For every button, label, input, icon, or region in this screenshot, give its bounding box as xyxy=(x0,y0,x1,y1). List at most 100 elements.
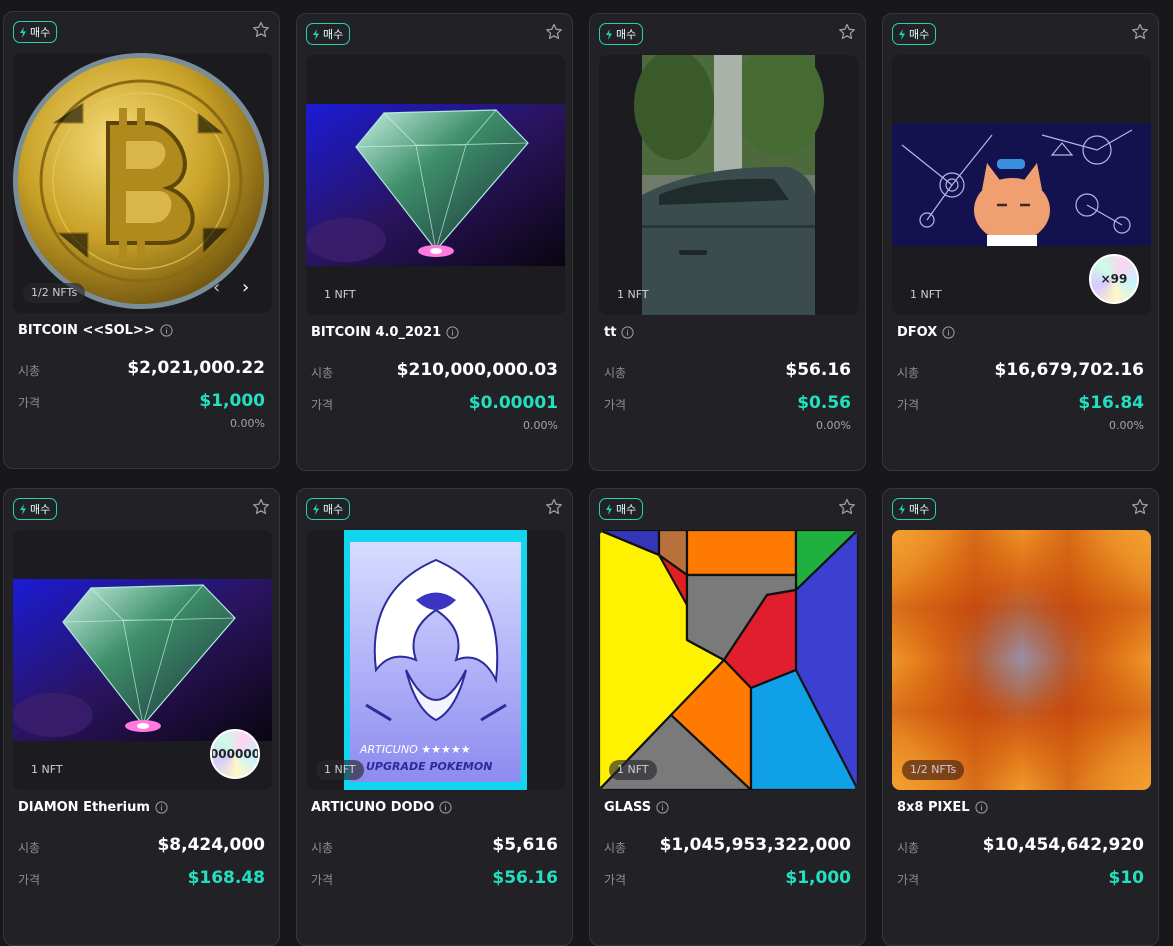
nft-image[interactable]: 1 NFT xyxy=(306,55,565,315)
tangram-glass-image xyxy=(599,530,858,790)
nft-card[interactable]: 매수 1/2 NFTs ‹ › BITCOIN <<SOL>> 시총 $2,02… xyxy=(3,11,280,469)
price-label: 가격 xyxy=(604,873,627,887)
nft-image[interactable]: 1 NFT xyxy=(599,55,858,315)
nft-image[interactable]: ARTICUNO ★★★★★ UPGRADE POKEMON 1 NFT xyxy=(306,530,565,790)
market-cap-value: $2,021,000.22 xyxy=(127,358,265,378)
lightning-icon xyxy=(899,28,905,40)
buy-button[interactable]: 매수 xyxy=(13,21,58,43)
price-label: 가격 xyxy=(604,398,627,412)
nft-card[interactable]: 매수 1/2 NFTs 8x8 PIXEL 시총 $10,454,642,920… xyxy=(882,488,1159,946)
info-icon[interactable] xyxy=(621,326,635,339)
card-art-title: ARTICUNO ★★★★★ xyxy=(359,743,471,756)
market-cap-value: $8,424,000 xyxy=(157,835,265,855)
buy-label: 매수 xyxy=(30,503,51,516)
nft-image[interactable]: 1 NFT ×99 xyxy=(892,55,1151,315)
nft-name[interactable]: 8x8 PIXEL xyxy=(897,800,988,815)
info-icon[interactable] xyxy=(656,801,669,814)
buy-button[interactable]: 매수 xyxy=(306,23,351,45)
info-icon[interactable] xyxy=(446,326,459,339)
buy-label: 매수 xyxy=(616,28,637,41)
price-value: $10 xyxy=(1108,868,1145,888)
nft-name[interactable]: DFOX xyxy=(897,325,955,340)
nft-name[interactable]: ARTICUNO DODO xyxy=(311,800,453,815)
star-icon[interactable] xyxy=(838,23,856,41)
star-icon[interactable] xyxy=(545,23,563,41)
nft-card[interactable]: 매수 1 NFT GLASS 시총 $1,045,953,322,000 가격 … xyxy=(589,488,866,946)
star-icon[interactable] xyxy=(252,498,270,516)
nft-image[interactable]: 1/2 NFTs ‹ › xyxy=(13,53,272,313)
nft-name-text: 8x8 PIXEL xyxy=(897,800,970,815)
info-icon[interactable] xyxy=(439,801,453,814)
star-icon[interactable] xyxy=(1131,23,1149,41)
nft-name-text: GLASS xyxy=(604,800,652,815)
nft-name[interactable]: BITCOIN 4.0_2021 xyxy=(311,325,459,340)
nft-card[interactable]: 매수 1 NFT tt 시총 $56.16 가격 $0.56 0.00% xyxy=(589,13,866,471)
pokemon-card-image: ARTICUNO ★★★★★ UPGRADE POKEMON xyxy=(306,530,565,790)
market-cap-label: 시총 xyxy=(311,366,334,380)
nft-name-text: DFOX xyxy=(897,325,938,340)
nft-count-label: 1/2 NFTs xyxy=(902,760,965,780)
price-change: 0.00% xyxy=(1109,419,1144,432)
nft-name[interactable]: BITCOIN <<SOL>> xyxy=(18,323,173,338)
buy-button[interactable]: 매수 xyxy=(892,498,937,520)
lightning-icon xyxy=(20,503,26,515)
info-icon[interactable] xyxy=(974,801,988,814)
market-cap-value: $56.16 xyxy=(785,360,851,380)
info-icon[interactable] xyxy=(942,326,955,339)
market-cap-value: $210,000,000.03 xyxy=(396,360,558,380)
chevron-right-icon[interactable]: › xyxy=(242,277,249,298)
nft-image[interactable]: 1 NFT 000000 xyxy=(13,530,272,790)
buy-button[interactable]: 매수 xyxy=(599,498,644,520)
price-change: 0.00% xyxy=(230,417,265,430)
market-cap-label: 시총 xyxy=(897,841,920,855)
chevron-left-icon[interactable]: ‹ xyxy=(213,277,220,298)
price-value: $0.56 xyxy=(797,393,851,413)
buy-button[interactable]: 매수 xyxy=(306,498,351,520)
star-icon[interactable] xyxy=(1131,498,1149,516)
info-icon[interactable] xyxy=(160,324,173,337)
bitcoin-coin-image xyxy=(13,53,272,313)
price-change: 0.00% xyxy=(816,419,851,432)
nft-count-label: 1 NFT xyxy=(324,288,356,301)
nft-count-label: 1 NFT xyxy=(910,288,942,301)
price-label: 가격 xyxy=(311,398,334,412)
lightning-icon xyxy=(313,28,319,40)
nft-image[interactable]: 1 NFT xyxy=(599,530,858,790)
nft-image[interactable]: 1/2 NFTs xyxy=(892,530,1151,790)
price-label: 가격 xyxy=(897,398,920,412)
lightning-icon xyxy=(20,26,26,38)
nft-count-label: 1 NFT xyxy=(617,288,649,301)
nft-name[interactable]: DIAMON Etherium xyxy=(18,800,168,815)
price-label: 가격 xyxy=(897,873,920,887)
buy-label: 매수 xyxy=(909,28,930,41)
buy-button[interactable]: 매수 xyxy=(13,498,58,520)
nft-card[interactable]: 매수 ARTICUNO ★★★★★ UPGRADE POKEMON 1 NFT … xyxy=(296,488,573,946)
star-icon[interactable] xyxy=(252,21,270,39)
info-icon[interactable] xyxy=(155,801,168,814)
star-icon[interactable] xyxy=(838,498,856,516)
lightning-icon xyxy=(899,503,905,515)
nft-card[interactable]: 매수 1 NFT 000000 DIAMON Etherium 시총 $8,42… xyxy=(3,488,280,946)
buy-button[interactable]: 매수 xyxy=(892,23,937,45)
market-cap-label: 시총 xyxy=(604,841,627,855)
market-cap-value: $16,679,702.16 xyxy=(994,360,1145,380)
market-cap-value: $1,045,953,322,000 xyxy=(659,835,851,855)
edition-badge: ×99 xyxy=(1089,254,1139,304)
nft-card[interactable]: 매수 1 NFT BITCOIN 4.0_2021 시총 $210,000,00… xyxy=(296,13,573,471)
price-value: $1,000 xyxy=(199,391,265,411)
nft-name[interactable]: tt xyxy=(604,325,635,340)
nft-count-label: 1 NFT xyxy=(316,760,364,780)
buy-button[interactable]: 매수 xyxy=(599,23,644,45)
nft-card[interactable]: 매수 1 NFT ×99 DFOX 시총 $16,679,702.16 가격 $… xyxy=(882,13,1159,471)
market-cap-label: 시총 xyxy=(18,841,41,855)
price-label: 가격 xyxy=(18,396,41,410)
star-icon[interactable] xyxy=(545,498,563,516)
price-value: $16.84 xyxy=(1078,393,1144,413)
nft-name[interactable]: GLASS xyxy=(604,800,669,815)
car-photo-image xyxy=(599,55,858,315)
edition-badge: 000000 xyxy=(210,729,260,779)
price-label: 가격 xyxy=(311,873,334,887)
market-cap-label: 시총 xyxy=(897,366,920,380)
price-value: $1,000 xyxy=(785,868,851,888)
buy-label: 매수 xyxy=(909,503,930,516)
